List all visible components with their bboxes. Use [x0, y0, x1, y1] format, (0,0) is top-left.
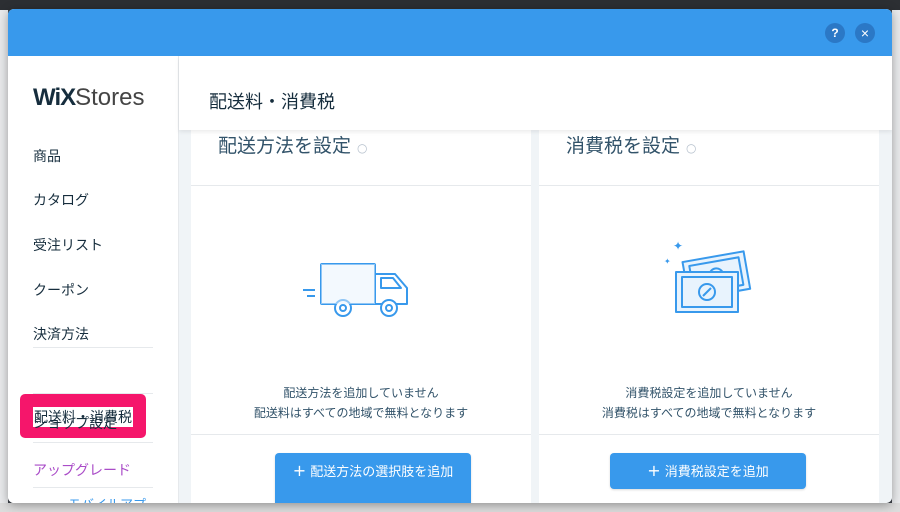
- tax-empty-message-1: 消費税設定を追加していません: [625, 386, 793, 400]
- sidebar-item-payments[interactable]: 決済方法: [33, 324, 89, 344]
- tax-card: 消費税を設定 ○ ✦ ✦ 消費税設定を追加していません 消費税はすべての地域で無…: [539, 116, 879, 503]
- wix-stores-logo: WiXStores: [33, 84, 145, 112]
- background-right: [892, 10, 900, 512]
- card-divider: [539, 434, 879, 435]
- card-divider: [191, 434, 531, 435]
- sidebar-divider: [33, 487, 153, 488]
- sidebar-item-shop-settings[interactable]: ショップ設定: [33, 413, 117, 433]
- tax-card-title-text: 消費税を設定: [566, 135, 681, 157]
- modal-header: ? ×: [8, 9, 892, 56]
- sidebar-divider: [33, 347, 153, 348]
- sidebar-divider: [33, 442, 153, 443]
- help-button[interactable]: ?: [825, 23, 845, 43]
- card-divider: [191, 185, 531, 186]
- card-divider: [539, 185, 879, 186]
- store-settings-modal: ? × WiXStores 商品 カタログ 受注リスト クーポン 決済方法 配送…: [8, 9, 892, 503]
- close-button[interactable]: ×: [855, 23, 875, 43]
- page-title: 配送料・消費税: [209, 92, 335, 113]
- sidebar-item-upgrade[interactable]: アップグレード: [33, 460, 131, 480]
- shipping-card-title: 配送方法を設定 ○: [218, 131, 368, 158]
- shipping-card-title-text: 配送方法を設定: [218, 135, 352, 157]
- sidebar-item-mobile-app[interactable]: モバイルアプ: [68, 494, 146, 503]
- add-shipping-option-button[interactable]: + 配送方法の選択肢を追加: [275, 453, 471, 503]
- sidebar-item-products[interactable]: 商品: [33, 146, 61, 166]
- tax-empty-message-2: 消費税はすべての地域で無料となります: [601, 406, 817, 420]
- truck-icon: [303, 263, 408, 317]
- tax-card-title: 消費税を設定 ○: [566, 131, 697, 158]
- main-panel: 配送料・消費税 配送方法を設定 ○ 配送方法を追加していません 配送料はすべての…: [179, 56, 892, 503]
- background-left: [0, 10, 8, 512]
- shipping-empty-message-1: 配送方法を追加していません: [283, 386, 439, 400]
- shipping-empty-message-2: 配送料はすべての地域で無料となります: [253, 406, 469, 420]
- sidebar-item-catalog[interactable]: カタログ: [33, 190, 89, 210]
- shipping-card: 配送方法を設定 ○ 配送方法を追加していません 配送料はすべての地域で無料となり…: [191, 116, 531, 503]
- logo-wix: WiX: [33, 84, 76, 111]
- add-tax-setting-button[interactable]: + 消費税設定を追加: [610, 453, 806, 489]
- svg-text:✦: ✦: [673, 239, 683, 253]
- sidebar-item-coupons[interactable]: クーポン: [33, 280, 89, 300]
- plus-icon: +: [647, 461, 661, 480]
- tax-bills-icon: ✦ ✦: [664, 239, 752, 313]
- logo-stores: Stores: [75, 84, 145, 111]
- sidebar-divider: [33, 393, 153, 394]
- add-tax-setting-label: 消費税設定を追加: [664, 465, 769, 480]
- sidebar-item-orders[interactable]: 受注リスト: [33, 235, 103, 255]
- main-header: 配送料・消費税: [179, 56, 892, 130]
- speech-bubble-icon[interactable]: ○: [357, 141, 367, 155]
- svg-text:✦: ✦: [664, 257, 671, 266]
- background-bottom: [0, 503, 900, 512]
- add-shipping-option-label: 配送方法の選択肢を追加: [310, 465, 454, 480]
- speech-bubble-icon[interactable]: ○: [686, 141, 696, 155]
- plus-icon: +: [292, 461, 307, 480]
- sidebar: WiXStores 商品 カタログ 受注リスト クーポン 決済方法 配送料・消費…: [8, 56, 179, 503]
